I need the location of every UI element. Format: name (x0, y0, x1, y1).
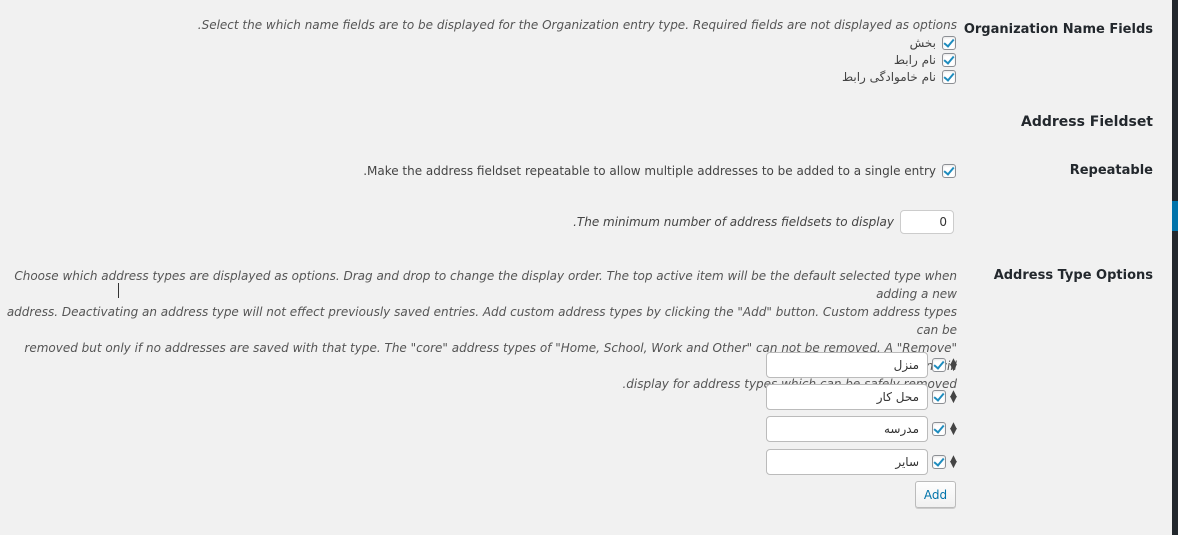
name-field-option-label: نام رابط (893, 53, 936, 67)
description-line: Choose which address types are displayed… (14, 269, 957, 301)
address-type-item[interactable]: ▲▼ (766, 416, 958, 442)
address-type-item[interactable]: ▲▼ (766, 384, 958, 410)
name-field-option-3[interactable]: نام خاموادگی رابط (842, 70, 956, 84)
minimum-fieldsets-row: .The minimum number of address fieldsets… (573, 210, 954, 234)
admin-sidebar-edge (1172, 0, 1178, 535)
address-type-input[interactable] (766, 384, 928, 410)
name-field-option-label: نام خاموادگی رابط (841, 70, 936, 84)
address-type-input[interactable] (766, 416, 928, 442)
name-field-checkbox[interactable] (942, 36, 956, 50)
organization-name-fields-label: Organization Name Fields (963, 22, 1153, 37)
name-field-checkbox[interactable] (942, 53, 956, 67)
address-type-options-label: Address Type Options (993, 268, 1153, 283)
minimum-fieldsets-input[interactable] (900, 210, 954, 234)
address-type-checkbox[interactable] (932, 455, 946, 469)
sort-arrows-icon[interactable]: ▲ ▼ (950, 358, 958, 373)
sort-arrows-icon[interactable]: ▲ ▼ (950, 455, 958, 470)
name-field-option-1[interactable]: بخش (910, 36, 956, 50)
repeatable-checkbox[interactable] (942, 164, 956, 178)
repeatable-description: .Make the address fieldset repeatable to… (363, 164, 936, 178)
repeatable-label: Repeatable (1069, 163, 1153, 178)
address-type-checkbox[interactable] (932, 358, 946, 372)
address-type-input[interactable] (766, 449, 928, 475)
active-menu-marker (1172, 201, 1178, 231)
address-type-checkbox[interactable] (932, 390, 946, 404)
description-line: address. Deactivating an address type wi… (6, 305, 957, 337)
text-cursor-icon (118, 283, 119, 298)
address-type-input[interactable] (766, 352, 928, 378)
address-type-item[interactable]: ▲▼ (766, 352, 958, 378)
address-fieldset-title: Address Fieldset (1020, 114, 1153, 130)
sort-arrows-icon[interactable]: ▲ ▼ (950, 390, 958, 405)
name-field-option-2[interactable]: نام رابط (894, 53, 956, 67)
address-type-checkbox[interactable] (932, 422, 946, 436)
address-type-item[interactable]: ▲▼ (766, 449, 958, 475)
repeatable-option[interactable]: .Make the address fieldset repeatable to… (363, 164, 956, 178)
sort-arrows-icon[interactable]: ▲ ▼ (950, 422, 958, 437)
organization-name-fields-description: .Select the which name fields are to be … (197, 18, 957, 32)
name-field-checkbox[interactable] (942, 70, 956, 84)
add-address-type-button[interactable]: Add (915, 481, 956, 508)
minimum-fieldsets-description: .The minimum number of address fieldsets… (573, 215, 894, 229)
name-field-option-label: بخش (909, 36, 936, 50)
